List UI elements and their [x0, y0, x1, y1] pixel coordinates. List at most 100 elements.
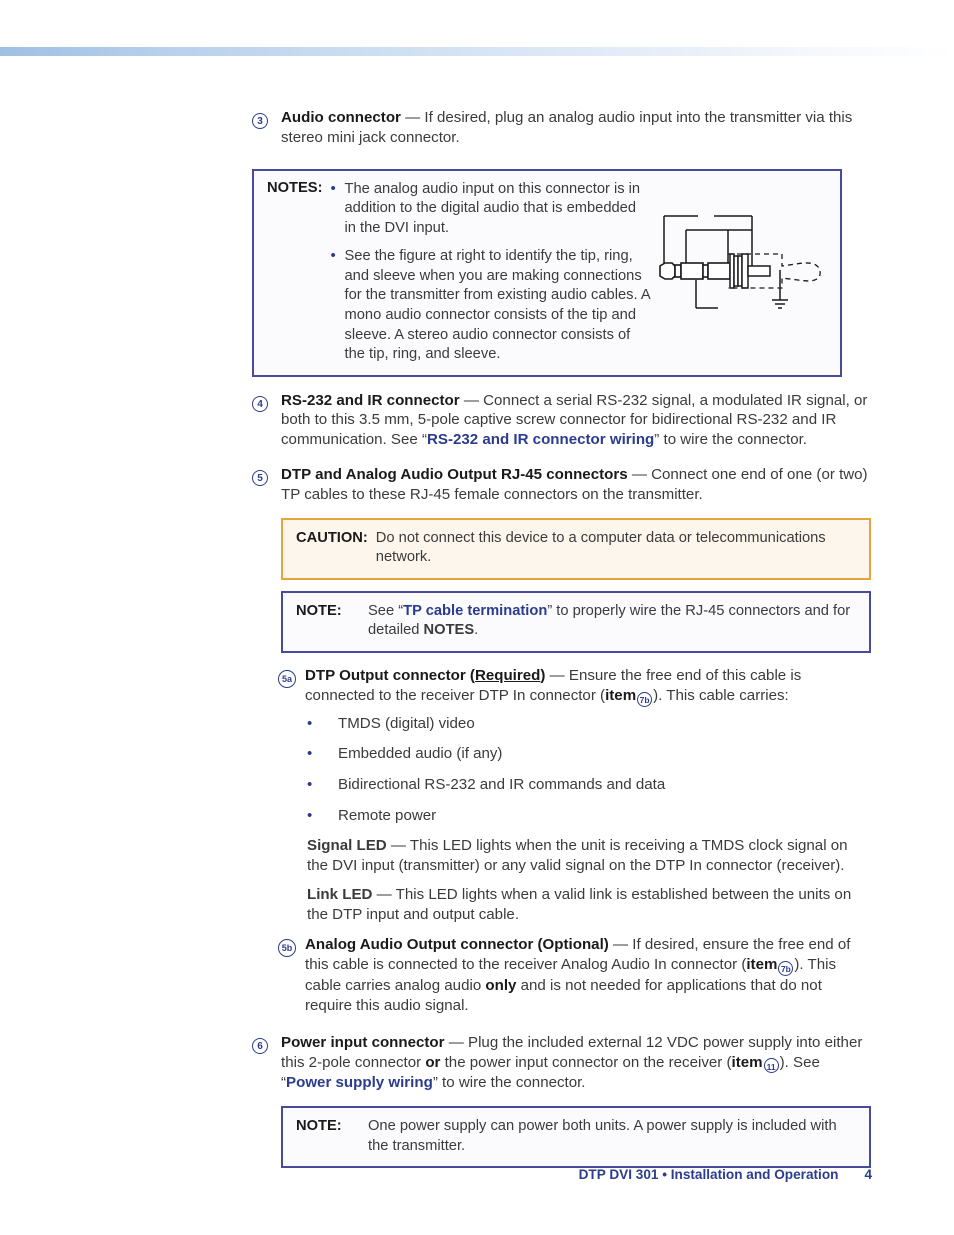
- item-3-paragraph: Audio connector — If desired, plug an an…: [281, 108, 872, 148]
- notes-bullet-item: • The analog audio input on this connect…: [331, 180, 651, 239]
- list-item: Embedded audio (if any): [307, 744, 872, 764]
- list-item: TMDS (digital) video: [307, 714, 872, 734]
- notes-label: NOTES:: [267, 179, 323, 196]
- item-6-bold-or: or: [425, 1053, 441, 1071]
- em-dash: —: [386, 837, 410, 855]
- note-text-part3: .: [474, 622, 479, 639]
- note-bold-notes: NOTES: [423, 622, 475, 639]
- caution-box-wrapper: CAUTION: Do not connect this device to a…: [252, 517, 872, 580]
- circled-subitem-badge: 5a: [278, 669, 296, 688]
- item-reference-word[interactable]: item: [605, 687, 636, 704]
- item-6-body-part2: the power input connector on the receive…: [440, 1053, 732, 1071]
- badge-column: 3: [252, 108, 281, 129]
- bullet-dot-icon: •: [330, 179, 336, 197]
- badge-column: 5a: [278, 666, 305, 707]
- caution-callout-box: CAUTION: Do not connect this device to a…: [281, 517, 871, 580]
- em-dash: —: [545, 667, 569, 685]
- item-5a-title-part1: DTP Output connector (: [305, 667, 475, 685]
- list-item: Bidirectional RS-232 and IR commands and…: [307, 775, 872, 795]
- footer-page-number: 4: [864, 1167, 872, 1182]
- item-6-title: Power input connector: [281, 1033, 445, 1051]
- notes-bullet-item: • See the figure at right to identify th…: [331, 247, 651, 364]
- list-item-3: 3 Audio connector — If desired, plug an …: [252, 108, 872, 157]
- item-5-title: DTP and Analog Audio Output RJ-45 connec…: [281, 466, 628, 484]
- body-column: RS-232 and IR connector — Connect a seri…: [281, 391, 872, 460]
- bullet-dot-icon: •: [330, 247, 336, 265]
- badge-column: 6: [252, 1033, 281, 1054]
- note-power-box-wrapper: NOTE: One power supply can power both un…: [252, 1106, 872, 1169]
- badge-column: 4: [252, 391, 281, 412]
- body-column: Audio connector — If desired, plug an an…: [281, 108, 872, 157]
- item-5a-title-required: Required: [474, 667, 541, 685]
- notes-bullet-1-text: The analog audio input on this connector…: [344, 180, 641, 236]
- item-6-paragraph: Power input connector — Plug the include…: [281, 1033, 872, 1094]
- circled-number-badge: 6: [252, 1037, 268, 1054]
- notes-callout-box: NOTES: • The analog audio input on this …: [252, 168, 842, 377]
- caution-text: Do not connect this device to a computer…: [375, 529, 826, 566]
- page-footer: DTP DVI 301 • Installation and Operation…: [0, 1167, 954, 1182]
- list-item-4: 4 RS-232 and IR connector — Connect a se…: [252, 391, 872, 460]
- note-callout-box-power: NOTE: One power supply can power both un…: [281, 1106, 871, 1169]
- body-column: DTP and Analog Audio Output RJ-45 connec…: [281, 465, 872, 507]
- footer-title: DTP DVI 301 • Installation and Operation: [578, 1167, 839, 1182]
- note-callout-box-tp: NOTE: See “TP cable termination” to prop…: [281, 590, 871, 654]
- list-item-6: 6 Power input connector — Plug the inclu…: [252, 1033, 872, 1096]
- item-reference-word[interactable]: item: [732, 1054, 763, 1071]
- item-5a-bullet-list: TMDS (digital) video Embedded audio (if …: [278, 714, 872, 825]
- link-power-supply-wiring[interactable]: Power supply wiring: [286, 1074, 433, 1091]
- em-dash: —: [608, 936, 633, 954]
- notes-figure-column: [650, 180, 830, 365]
- circled-item-reference-badge: 7b: [778, 961, 794, 977]
- signal-led-title: Signal LED: [307, 837, 387, 855]
- item-5-paragraph: DTP and Analog Audio Output RJ-45 connec…: [281, 465, 872, 505]
- item-5b-paragraph: Analog Audio Output connector (Optional)…: [305, 935, 872, 1015]
- circled-number-badge: 4: [252, 395, 268, 412]
- circled-item-reference-badge: 7b: [637, 691, 653, 707]
- stereo-mini-jack-diagram-icon: [659, 214, 821, 309]
- em-dash: —: [400, 109, 425, 126]
- caution-label: CAUTION:: [296, 529, 368, 546]
- note-tp-box-wrapper: NOTE: See “TP cable termination” to prop…: [252, 590, 872, 654]
- signal-led-paragraph: Signal LED — This LED lights when the un…: [278, 836, 872, 876]
- item-6-body-part4: ” to wire the connector.: [432, 1074, 586, 1092]
- link-led-title: Link LED: [307, 885, 373, 903]
- notes-bullet-list: • The analog audio input on this connect…: [331, 180, 651, 365]
- list-item: Remote power: [307, 806, 872, 826]
- page-header-gradient-rule: [0, 47, 954, 56]
- body-column: Power input connector — Plug the include…: [281, 1033, 872, 1096]
- circled-number-badge: 5: [252, 470, 268, 487]
- circled-item-reference-badge: 11: [763, 1058, 779, 1074]
- link-rs232-ir-connector-wiring[interactable]: RS-232 and IR connector wiring: [427, 431, 654, 448]
- item-5b-bold-only: only: [485, 977, 517, 995]
- link-led-paragraph: Link LED — This LED lights when a valid …: [278, 885, 872, 925]
- badge-column: 5: [252, 465, 281, 487]
- item-5b-title: Analog Audio Output connector (Optional): [305, 936, 609, 954]
- notes-bullet-2-text: See the figure at right to identify the …: [344, 248, 650, 363]
- circled-subitem-badge: 5b: [278, 938, 296, 957]
- note-text-part1: See “: [368, 602, 404, 619]
- item-5a-bullets-wrapper: TMDS (digital) video Embedded audio (if …: [252, 714, 872, 925]
- item-4-title: RS-232 and IR connector: [281, 391, 460, 409]
- badge-column: 5b: [278, 935, 305, 1015]
- item-5a-body-part2: ). This cable carries:: [653, 686, 789, 704]
- item-4-paragraph: RS-232 and IR connector — Connect a seri…: [281, 391, 872, 451]
- list-item-5a: 5a DTP Output connector (Required) — Ens…: [252, 666, 872, 707]
- page-content: 3 Audio connector — If desired, plug an …: [252, 108, 872, 1181]
- document-page: 3 Audio connector — If desired, plug an …: [0, 0, 954, 1235]
- item-3-title: Audio connector: [281, 109, 401, 126]
- body-column: Analog Audio Output connector (Optional)…: [305, 935, 872, 1015]
- note-text-power: One power supply can power both units. A…: [368, 1118, 837, 1154]
- item-4-body-part2: ” to wire the connector.: [654, 431, 807, 449]
- circled-number-badge: 3: [252, 113, 268, 129]
- body-column: DTP Output connector (Required) — Ensure…: [305, 666, 872, 707]
- em-dash: —: [627, 466, 652, 484]
- link-tp-cable-termination[interactable]: TP cable termination: [403, 603, 547, 619]
- em-dash: —: [372, 885, 396, 903]
- note-label: NOTE:: [296, 602, 342, 619]
- item-5a-paragraph: DTP Output connector (Required) — Ensure…: [305, 666, 872, 707]
- list-item-5b: 5b Analog Audio Output connector (Option…: [252, 935, 872, 1015]
- item-reference-word[interactable]: item: [746, 956, 777, 973]
- note-text-tp: See “TP cable termination” to properly w…: [368, 602, 857, 641]
- note-label: NOTE:: [296, 1118, 342, 1135]
- em-dash: —: [444, 1033, 469, 1051]
